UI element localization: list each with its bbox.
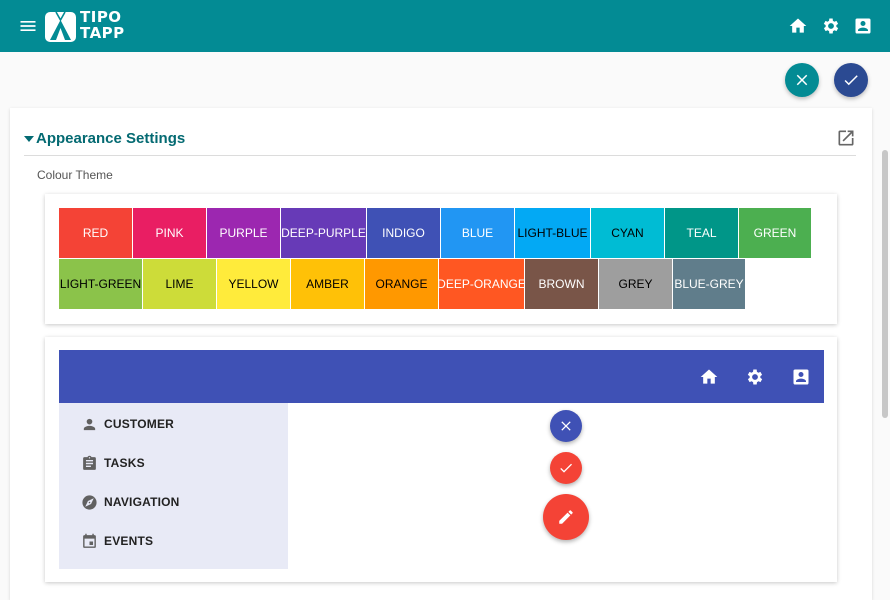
appearance-settings-card: Appearance Settings Colour Theme RED PINK… [10, 108, 872, 600]
preview-edit-button[interactable] [543, 494, 589, 540]
section-title: Appearance Settings [36, 130, 186, 147]
close-icon [561, 421, 571, 431]
settings-icon[interactable] [821, 16, 841, 36]
theme-swatch-purple[interactable]: PURPLE [207, 208, 281, 258]
theme-preview: CUSTOMER TASKS NAVIGATION EVENTS [45, 337, 837, 582]
open-in-new-icon[interactable] [836, 128, 856, 148]
theme-swatch-yellow[interactable]: YELLOW [217, 259, 291, 309]
edit-icon [559, 510, 573, 524]
theme-palette: RED PINK PURPLE DEEP-PURPLE INDIGO BLUE LIGHT-… [45, 194, 837, 324]
nav-item-customer[interactable]: CUSTOMER [81, 414, 174, 434]
palette-row: RED PINK PURPLE DEEP-PURPLE INDIGO BLUE LIGHT-… [59, 208, 812, 258]
preview-check-button[interactable] [550, 452, 582, 484]
theme-swatch-red[interactable]: RED [59, 208, 133, 258]
calendar-icon [83, 533, 96, 548]
preview-close-button[interactable] [550, 410, 582, 442]
theme-swatch-indigo[interactable]: INDIGO [367, 208, 441, 258]
account-box-icon[interactable] [791, 367, 811, 387]
caret-down-icon[interactable] [24, 136, 34, 142]
theme-swatch-orange[interactable]: ORANGE [365, 259, 439, 309]
theme-swatch-teal[interactable]: TEAL [665, 208, 739, 258]
save-button[interactable] [834, 63, 868, 97]
check-icon [560, 463, 572, 473]
check-icon [844, 75, 858, 86]
compass-icon [82, 494, 97, 510]
theme-swatch-deep-purple[interactable]: DEEP-PURPLE [281, 208, 367, 258]
nav-item-events[interactable]: EVENTS [81, 531, 153, 551]
palette-row: LIGHT-GREEN LIME YELLOW AMBER ORANGE DEEP-ORA… [59, 259, 746, 309]
theme-swatch-green[interactable]: GREEN [739, 208, 812, 258]
preview-app-bar [59, 350, 824, 403]
person-icon [83, 418, 96, 430]
settings-icon[interactable] [745, 367, 765, 387]
nav-item-tasks[interactable]: TASKS [81, 453, 145, 473]
theme-swatch-light-blue[interactable]: LIGHT-BLUE [515, 208, 591, 258]
theme-swatch-deep-orange[interactable]: DEEP-ORANGE [439, 259, 525, 309]
theme-swatch-blue-grey[interactable]: BLUE-GREY [673, 259, 746, 309]
theme-swatch-pink[interactable]: PINK [133, 208, 207, 258]
menu-icon[interactable] [18, 16, 38, 36]
logo[interactable]: TIPO TAPP [44, 8, 124, 44]
theme-swatch-brown[interactable]: BROWN [525, 259, 599, 309]
theme-swatch-grey[interactable]: GREY [599, 259, 673, 309]
brand-name: TIPO TAPP [80, 8, 125, 42]
home-icon[interactable] [699, 367, 719, 387]
account-box-icon[interactable] [853, 16, 873, 36]
home-icon[interactable] [788, 16, 808, 36]
theme-swatch-amber[interactable]: AMBER [291, 259, 365, 309]
clipboard-icon [83, 455, 96, 470]
theme-swatch-cyan[interactable]: CYAN [591, 208, 665, 258]
cancel-button[interactable] [785, 63, 819, 97]
app-bar: TIPO TAPP [0, 0, 890, 52]
nav-item-navigation[interactable]: NAVIGATION [81, 492, 180, 512]
preview-sidebar: CUSTOMER TASKS NAVIGATION EVENTS [59, 403, 288, 569]
colour-theme-label: Colour Theme [37, 168, 113, 182]
close-icon [796, 74, 808, 86]
theme-swatch-light-green[interactable]: LIGHT-GREEN [59, 259, 143, 309]
section-header[interactable]: Appearance Settings [24, 128, 856, 156]
scrollbar[interactable] [882, 150, 888, 418]
theme-swatch-lime[interactable]: LIME [143, 259, 217, 309]
tent-logo-icon [45, 11, 76, 42]
theme-swatch-blue[interactable]: BLUE [441, 208, 515, 258]
